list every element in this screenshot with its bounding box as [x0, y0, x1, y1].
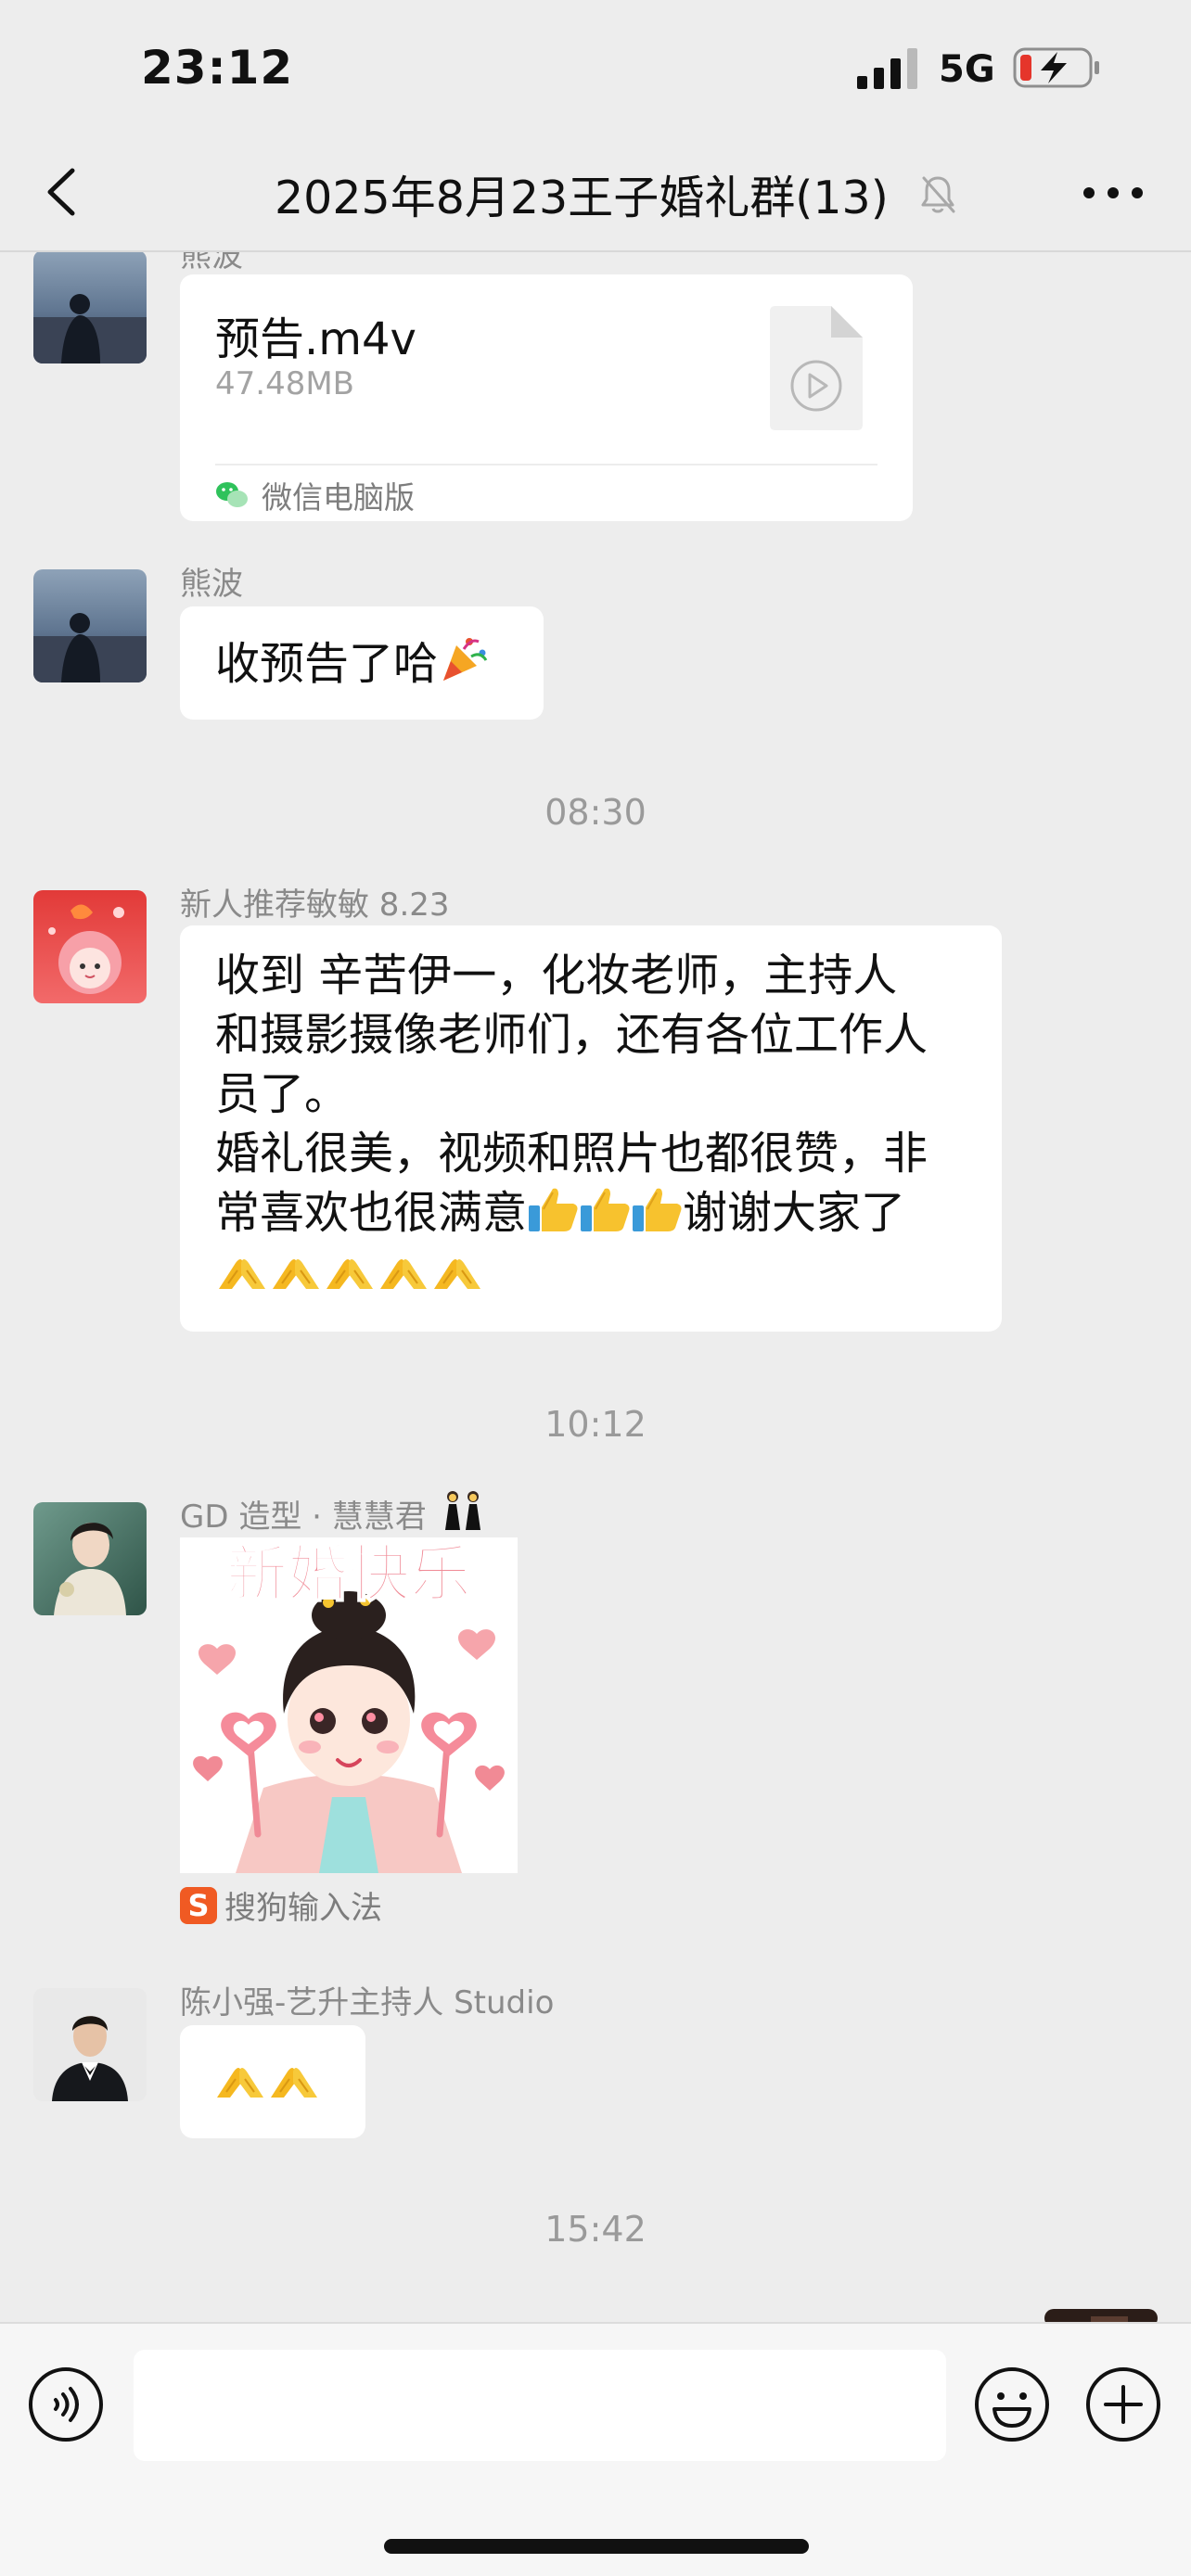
avatar-xiongbo[interactable] [33, 569, 147, 682]
file-source-label: 微信电脑版 [262, 479, 415, 516]
message-text: 谢谢大家了 [683, 1187, 906, 1239]
avatar-chenxiaoqiang[interactable] [33, 1988, 147, 2101]
thumbs-up-icon [633, 1188, 682, 1231]
chat-header: 2025年8月23王子婚礼群(13) [0, 139, 1191, 252]
chat-messages[interactable]: 熊波 预告.m4v 47.48MB 微信电脑版 熊波 收预告了哈 08:30 新… [0, 252, 1191, 2322]
pray-hands-icon [217, 2068, 263, 2098]
chevron-left-icon[interactable] [35, 161, 91, 223]
pray-hands-icon [219, 1259, 265, 1289]
pray-emojis [213, 2051, 365, 2111]
timestamp: 08:30 [544, 792, 647, 833]
sticker-image[interactable]: 新婚快乐 [180, 1537, 518, 1873]
status-time: 23:12 [141, 41, 294, 95]
emoji-message[interactable] [180, 2025, 365, 2138]
bell-slash-icon [921, 176, 955, 213]
avatar-self[interactable] [1044, 2309, 1158, 2322]
file-size: 47.48MB [215, 365, 354, 402]
divider [215, 464, 877, 465]
pray-emojis [215, 1243, 974, 1302]
sender-name: 新人推荐敏敏 8.23 [180, 886, 450, 924]
thumbs-up-icon [581, 1188, 630, 1231]
sogou-logo-icon: S [180, 1886, 217, 1924]
sticker-source-label: 搜狗输入法 [224, 1890, 382, 1927]
input-bar [0, 2322, 1191, 2576]
sender-name: 熊波 [180, 252, 243, 274]
chat-title: 2025年8月23王子婚礼群(13) [275, 172, 889, 224]
text-message[interactable]: 收到 辛苦伊一，化妆老师，主持人 和摄影摄像老师们，还有各位工作人 员了。 婚礼… [180, 925, 1002, 1332]
file-source: 微信电脑版 [215, 477, 415, 516]
message-text: 收预告了哈 [215, 638, 439, 690]
plus-circle-icon[interactable] [1085, 2366, 1161, 2442]
message-text: 常喜欢也很满意 [215, 1187, 528, 1239]
pray-hands-icon [380, 1259, 427, 1289]
sender-name: 陈小强-艺升主持人 Studio [180, 1984, 555, 2021]
avatar-xiongbo[interactable] [33, 252, 147, 363]
voice-icon[interactable] [28, 2366, 104, 2442]
thumbs-up-emojis [527, 1187, 683, 1239]
wechat-logo-icon [216, 482, 248, 507]
thumbs-up-icon [529, 1188, 578, 1231]
file-message[interactable]: 预告.m4v 47.48MB 微信电脑版 [180, 274, 913, 521]
message-line: 婚礼很美，视频和照片也都很赞，非 [215, 1128, 928, 1180]
message-line: 常喜欢也很满意 谢谢大家了 [215, 1183, 974, 1243]
dancers-emoji-icon [445, 1491, 480, 1530]
status-bar: 23:12 5G [0, 0, 1191, 139]
file-name: 预告.m4v [215, 313, 416, 365]
network-type: 5G [939, 48, 995, 91]
more-dots-icon[interactable] [1078, 167, 1148, 219]
sender-name: 熊波 [180, 566, 243, 603]
message-line: 员了。 [215, 1068, 350, 1120]
battery-charging-icon [1013, 47, 1099, 88]
pray-hands-icon [327, 1259, 373, 1289]
sticker-text: 新婚快乐 [226, 1538, 471, 1610]
timestamp: 15:42 [544, 2209, 647, 2250]
message-input[interactable] [134, 2350, 946, 2461]
timestamp: 10:12 [544, 1404, 647, 1445]
pray-hands-icon [271, 2068, 317, 2098]
avatar-gd-styling[interactable] [33, 1502, 147, 1615]
text-message[interactable]: 收预告了哈 [180, 606, 544, 720]
pray-hands-icon [434, 1259, 480, 1289]
party-popper-icon [443, 638, 488, 681]
message-line: 收到 辛苦伊一，化妆老师，主持人 [215, 950, 898, 1001]
smiley-icon[interactable] [974, 2366, 1050, 2442]
avatar-minmin[interactable] [33, 890, 147, 1003]
home-indicator [384, 2539, 809, 2554]
message-line: 和摄影摄像老师们，还有各位工作人 [215, 1009, 928, 1061]
sender-name: GD 造型 · 慧慧君 [180, 1498, 427, 1536]
cellular-signal-icon [857, 48, 917, 89]
video-file-icon [770, 306, 863, 430]
pray-hands-icon [273, 1259, 319, 1289]
sticker-source[interactable]: S 搜狗输入法 [180, 1882, 382, 1928]
